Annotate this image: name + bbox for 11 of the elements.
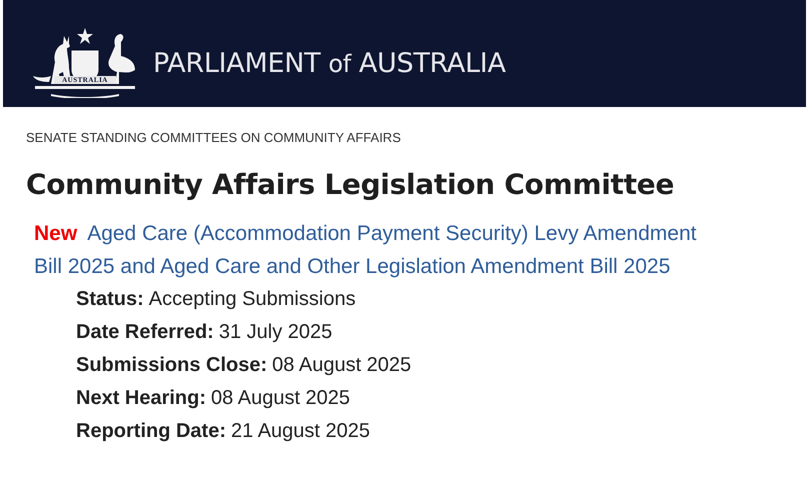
inquiry-link[interactable]: New Aged Care (Accommodation Payment Security) Levy Amendment Bill 2025 and Aged Care and Other Legislation Amendment Bill 2025: [34, 217, 706, 283]
detail-line: Date Referred: 31 July 2025: [76, 320, 334, 345]
detail-line: Next Hearing: 08 August 2025: [76, 386, 352, 411]
site-title: PARLIAMENT: [153, 48, 320, 79]
detail-line: Submissions Close: 08 August 2025: [76, 353, 412, 378]
detail-line: Status: Accepting Submissions: [76, 287, 357, 312]
detail-line: Reporting Date: 21 August 2025: [76, 419, 372, 444]
page-heading: Community Affairs Legislation Committee: [26, 168, 676, 201]
site-title: AUSTRALIA: [358, 48, 506, 79]
breadcrumb: SENATE STANDING COMMITTEES ON COMMUNITY AFFAIRS: [26, 130, 402, 145]
site-title: of: [328, 50, 351, 78]
